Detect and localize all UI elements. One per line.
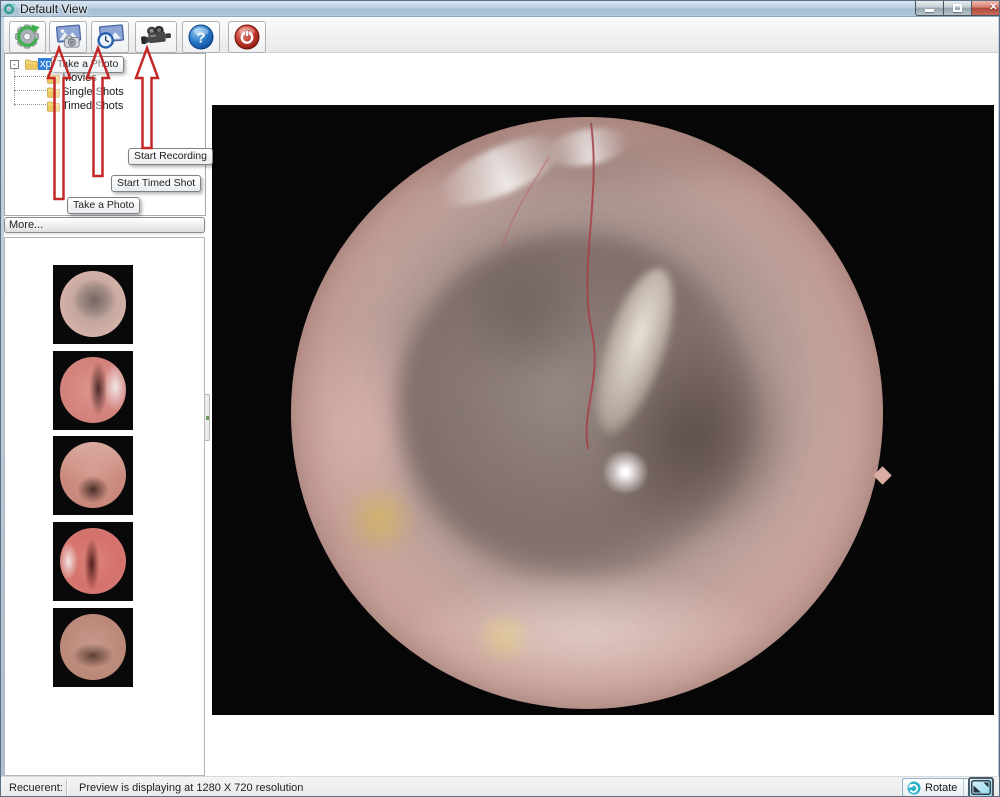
- fullscreen-button[interactable]: [968, 777, 994, 797]
- app-icon: [3, 2, 16, 20]
- tree-connector: [14, 69, 15, 106]
- rotate-icon: [907, 781, 921, 795]
- monitor-icon: [971, 780, 991, 795]
- thumbnail-panel: [4, 237, 205, 776]
- thumbnail-throat[interactable]: [53, 608, 133, 687]
- tree-item-movies[interactable]: Movies: [47, 71, 99, 85]
- status-bar: Recuerent: Preview is displaying at 1280…: [1, 776, 1000, 797]
- title-bar: Default View: [1, 1, 1000, 17]
- tree-item-timed-shots[interactable]: Timed Shots: [47, 99, 125, 113]
- window-title: Default View: [20, 2, 87, 16]
- maximize-button[interactable]: [944, 1, 972, 16]
- thumbnail-nasal-cavity[interactable]: [53, 351, 133, 430]
- timed-shot-button[interactable]: [91, 21, 129, 53]
- record-video-button[interactable]: [135, 21, 177, 53]
- take-photo-icon: [52, 23, 85, 51]
- tooltip-start-recording: Start Recording: [128, 148, 213, 165]
- help-button[interactable]: ?: [182, 21, 220, 53]
- earwax-spot: [469, 614, 540, 661]
- exit-button[interactable]: [228, 21, 266, 53]
- take-photo-button[interactable]: [49, 21, 87, 53]
- folder-icon: [25, 59, 38, 70]
- close-button[interactable]: ✕: [972, 1, 1000, 16]
- thumbnail-image: [60, 528, 126, 594]
- earwax-spot: [338, 484, 421, 555]
- folder-icon: [47, 101, 60, 112]
- close-icon: ✕: [989, 3, 997, 13]
- timed-shot-icon: [94, 23, 127, 51]
- tree-connector: [14, 76, 46, 77]
- status-context-label: Recuerent:: [9, 777, 63, 797]
- app-window: Default View ✕: [0, 0, 1000, 797]
- settings-button[interactable]: [9, 21, 46, 53]
- thumbnail-vocal-cords[interactable]: [53, 436, 133, 515]
- record-video-icon: [138, 23, 174, 51]
- thumbnail-image: [60, 442, 126, 508]
- status-message: Preview is displaying at 1280 X 720 reso…: [79, 777, 303, 797]
- splitter-collapse-icon: [206, 416, 209, 420]
- thumbnail-image: [60, 271, 126, 337]
- image-shading: [445, 241, 605, 377]
- folder-icon: [47, 87, 60, 98]
- tympanic-membrane: [398, 235, 753, 578]
- help-icon: ?: [186, 23, 216, 51]
- tree-item-label: Movies: [60, 72, 99, 84]
- minimize-icon: [925, 9, 934, 12]
- panel-splitter[interactable]: [204, 394, 210, 441]
- thumbnail-image: [60, 357, 126, 423]
- image-shading: [303, 295, 421, 561]
- status-separator: [66, 780, 68, 796]
- tree-item-label: Single Shots: [60, 86, 126, 98]
- image-shading: [409, 573, 764, 697]
- malleus-highlight: [580, 260, 689, 442]
- svg-text:?: ?: [196, 30, 205, 47]
- image-shading: [599, 330, 788, 543]
- thumbnail-image: [60, 614, 126, 680]
- window-frame-left: [1, 17, 4, 797]
- settings-refresh-icon: [12, 23, 44, 51]
- thumbnail-eardrum[interactable]: [53, 265, 133, 344]
- otoscope-image: [291, 117, 883, 709]
- tooltip-take-a-photo-2: Take a Photo: [67, 197, 140, 214]
- more-button[interactable]: More...: [4, 217, 205, 233]
- light-reflection: [543, 122, 631, 171]
- tooltip-take-a-photo: Take a Photo: [51, 56, 124, 73]
- live-preview-area: [212, 105, 994, 715]
- maximize-icon: [953, 4, 962, 12]
- minimize-button[interactable]: [915, 1, 944, 16]
- tree-expander[interactable]: -: [10, 60, 19, 69]
- blood-vessel: [291, 117, 883, 709]
- tree-item-label: Timed Shots: [60, 100, 125, 112]
- light-reflection: [599, 451, 652, 492]
- folder-icon: [47, 73, 60, 84]
- rotate-label: Rotate: [925, 782, 957, 794]
- tree-connector: [14, 90, 46, 91]
- thumbnail-nasal-passage[interactable]: [53, 522, 133, 601]
- tree-item-single-shots[interactable]: Single Shots: [47, 85, 126, 99]
- rotate-button[interactable]: Rotate: [903, 779, 963, 796]
- tree-connector: [14, 104, 46, 105]
- tooltip-start-timed-shot: Start Timed Shot: [111, 175, 201, 192]
- power-exit-icon: [232, 23, 262, 51]
